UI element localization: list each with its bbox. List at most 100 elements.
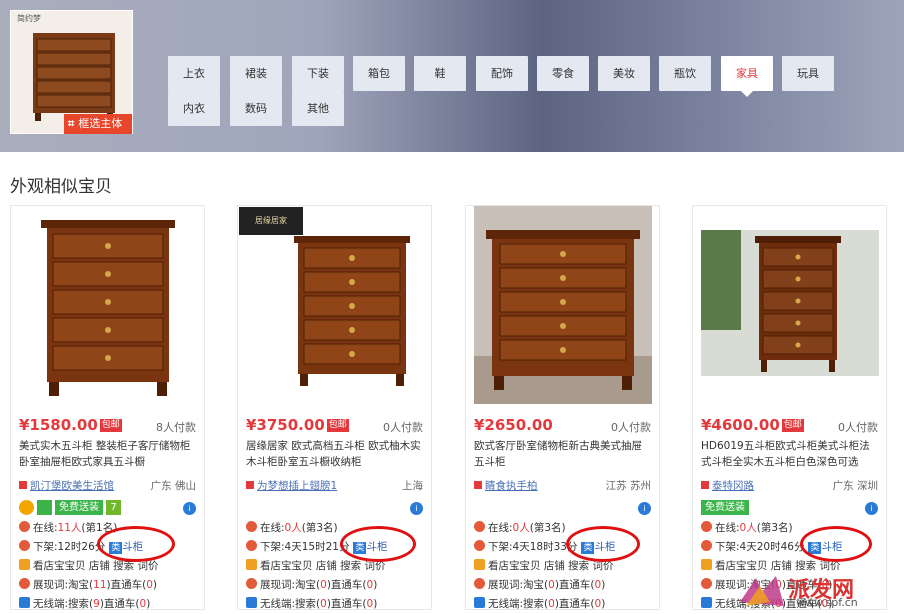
free-install-badge: 免费送装 — [701, 500, 749, 515]
wireless-mid: )直通车( — [326, 598, 367, 610]
show-icon — [19, 578, 30, 589]
shop-view-icon — [19, 559, 30, 570]
online-count: 0人 — [284, 522, 302, 534]
annotation-circle — [800, 526, 872, 562]
category-accessories[interactable]: 配饰 — [476, 56, 528, 91]
product-price: ¥1580.00 包邮 — [19, 416, 122, 434]
clock-icon — [474, 540, 485, 551]
info-icon[interactable]: i — [638, 502, 651, 515]
product-image[interactable] — [701, 206, 879, 404]
category-digital[interactable]: 数码 — [230, 91, 282, 126]
location: 上海 — [402, 480, 423, 492]
shelf-time: 下架:4天20时46分 — [715, 541, 805, 553]
view-links[interactable]: 看店宝宝贝 店铺 搜索 词价 — [715, 560, 841, 572]
product-price: ¥3750.00 包邮 — [246, 416, 349, 434]
online-label: 在线: — [715, 522, 740, 534]
product-title[interactable]: HD6019五斗柜欧式斗柜美式斗柜法式斗柜全实木五斗柜白色深色可选 — [701, 438, 879, 470]
category-drinks[interactable]: 瓶饮 — [659, 56, 711, 91]
online-rank: (第3名) — [756, 522, 793, 534]
online-count: 11人 — [57, 522, 82, 534]
online-count: 0人 — [739, 522, 757, 534]
online-rank: (第3名) — [301, 522, 338, 534]
shop-icon — [246, 481, 254, 489]
view-links[interactable]: 看店宝宝贝 店铺 搜索 词价 — [260, 560, 386, 572]
show-mid: )直通车( — [326, 579, 367, 591]
category-bags[interactable]: 箱包 — [353, 56, 405, 91]
product-price: ¥4600.00 包邮 — [701, 416, 804, 434]
product-image[interactable] — [474, 206, 652, 404]
category-cosmetics[interactable]: 美妆 — [598, 56, 650, 91]
shop-link[interactable]: 睛食执手柏 — [474, 478, 538, 493]
section-title: 外观相似宝贝 — [10, 177, 112, 197]
show-mid: )直通车( — [554, 579, 595, 591]
annotation-circle — [566, 526, 640, 562]
price-value: ¥1580.00 — [19, 416, 98, 434]
wireless-icon — [701, 597, 712, 608]
wireless-count: 0 — [548, 598, 555, 610]
show-count: 11 — [93, 579, 107, 591]
price-value: ¥3750.00 — [246, 416, 325, 434]
watermark-url: www.spf.cn — [796, 596, 858, 609]
wireless-end: ) — [146, 598, 151, 610]
online-label: 在线: — [260, 522, 285, 534]
category-other[interactable]: 其他 — [292, 91, 344, 126]
online-row: 在线:0人(第3名) — [246, 520, 338, 535]
price-value: ¥2650.00 — [474, 416, 553, 434]
online-icon — [246, 521, 257, 532]
product-title[interactable]: 美式实木五斗柜 整装柜子客厅储物柜卧室抽屉柜欧式家具五斗橱 — [19, 438, 197, 470]
view-links[interactable]: 看店宝宝贝 店铺 搜索 词价 — [488, 560, 614, 572]
show-end: ) — [373, 579, 378, 591]
category-dress[interactable]: 裙装 — [230, 56, 282, 91]
category-top[interactable]: 上衣 — [168, 56, 220, 91]
product-image[interactable] — [19, 206, 197, 404]
shop-view-icon — [701, 559, 712, 570]
wireless-count: 9 — [93, 598, 100, 610]
crop-subject-label: 框选主体 — [78, 117, 123, 130]
clock-icon — [19, 540, 30, 551]
info-icon[interactable]: i — [865, 502, 878, 515]
shop-link[interactable]: 泰特冈路 — [701, 478, 754, 493]
category-shoes[interactable]: 鞋 — [414, 56, 466, 91]
shelf-time: 下架:12时26分 — [33, 541, 106, 553]
product-image[interactable] — [246, 206, 424, 404]
category-underwear[interactable]: 内衣 — [168, 91, 220, 126]
wireless-mid: )直通车( — [554, 598, 595, 610]
online-icon — [701, 521, 712, 532]
location: 江苏 苏州 — [605, 480, 651, 492]
online-row: 在线:11人(第1名) — [19, 520, 117, 535]
wireless-label: 无线端:搜索( — [260, 598, 321, 610]
free-install-badge: 免费送装 — [55, 500, 103, 515]
clock-icon — [701, 540, 712, 551]
header-banner: 简约梦 ⌗ 框选主体 上衣 内衣 裙装 数码 下装 其他 箱包 鞋 配饰 零食 美… — [0, 0, 904, 152]
wireless-label: 无线端:搜索( — [33, 598, 94, 610]
badge-row: 免费送装 7 — [19, 500, 124, 516]
location: 广东 佛山 — [150, 480, 196, 492]
info-icon[interactable]: i — [183, 502, 196, 515]
crop-subject-button[interactable]: ⌗ 框选主体 — [64, 114, 132, 134]
baoyou-badge: 包邮 — [326, 419, 349, 432]
show-icon — [246, 578, 257, 589]
show-label: 展现词:淘宝( — [260, 579, 321, 591]
show-label: 展现词:淘宝( — [488, 579, 549, 591]
product-price: ¥2650.00 — [474, 416, 553, 434]
category-furniture[interactable]: 家具 — [721, 56, 773, 97]
product-title[interactable]: 欧式客厅卧室储物柜新古典美式抽屉五斗柜 — [474, 438, 652, 470]
shop-icon — [19, 481, 27, 489]
category-snacks[interactable]: 零食 — [537, 56, 589, 91]
paid-count: 0人付款 — [838, 421, 878, 434]
product-title[interactable]: 居缘居家 欧式高档五斗柜 欧式柚木实木斗柜卧室五斗橱收纳柜 — [246, 438, 424, 470]
annotation-circle — [97, 526, 175, 562]
shop-link[interactable]: 为梦想插上翅膀1 — [246, 478, 337, 493]
online-label: 在线: — [33, 522, 58, 534]
category-bottoms[interactable]: 下装 — [292, 56, 344, 91]
category-toys[interactable]: 玩具 — [782, 56, 834, 91]
seven-day-icon: 7 — [106, 500, 121, 515]
info-icon[interactable]: i — [410, 502, 423, 515]
wireless-row: 无线端:搜索(0)直通车(0) — [474, 596, 605, 611]
online-rank: (第3名) — [529, 522, 566, 534]
wireless-mid: )直通车( — [99, 598, 140, 610]
show-row: 展现词:淘宝(0)直通车(0) — [246, 577, 377, 592]
gold-medal-icon — [19, 500, 34, 515]
shop-link[interactable]: 凯汀堡欧美生活馆 — [19, 478, 114, 493]
online-label: 在线: — [488, 522, 513, 534]
